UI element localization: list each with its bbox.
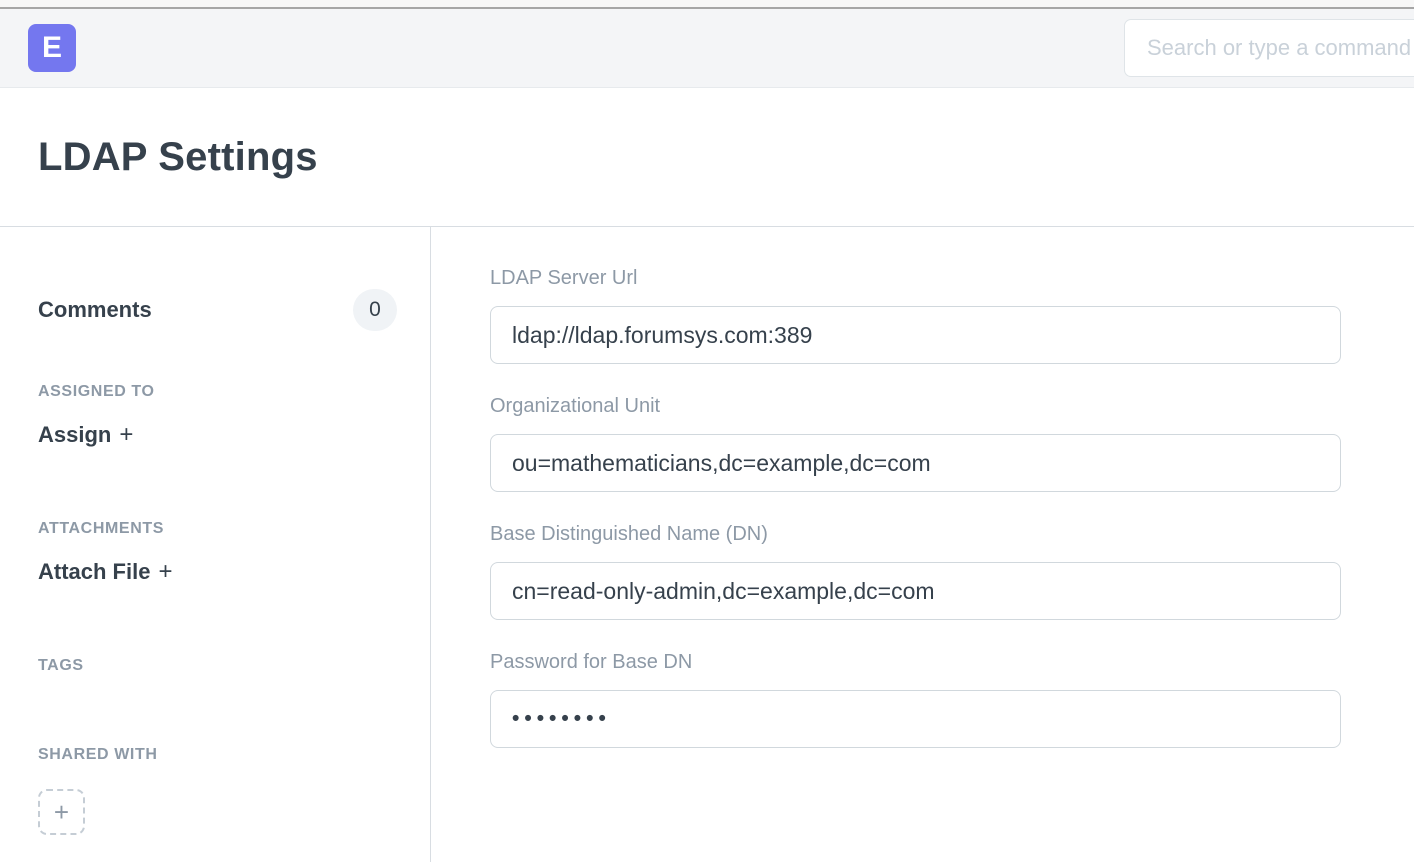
window-top-strip xyxy=(0,0,1414,9)
organizational-unit-label: Organizational Unit xyxy=(490,395,1414,418)
field-base-dn-password: Password for Base DN xyxy=(490,651,1414,748)
add-share-button[interactable]: + xyxy=(38,789,85,835)
field-base-dn: Base Distinguished Name (DN) xyxy=(490,523,1414,620)
base-dn-password-label: Password for Base DN xyxy=(490,651,1414,674)
ldap-server-url-label: LDAP Server Url xyxy=(490,267,1414,290)
field-organizational-unit: Organizational Unit xyxy=(490,395,1414,492)
base-dn-label: Base Distinguished Name (DN) xyxy=(490,523,1414,546)
attach-file-button[interactable]: Attach File + xyxy=(38,559,397,585)
plus-icon: + xyxy=(54,799,69,825)
app-logo[interactable]: E xyxy=(28,24,76,72)
sidebar-section-assigned-to: ASSIGNED TO Assign + xyxy=(38,383,397,448)
sidebar-heading-attachments: ATTACHMENTS xyxy=(38,520,397,537)
comments-link[interactable]: Comments 0 xyxy=(38,289,397,331)
navbar: E xyxy=(0,9,1414,88)
assign-button-label: Assign xyxy=(38,422,111,447)
sidebar-section-shared-with: SHARED WITH + xyxy=(38,746,397,835)
field-ldap-server-url: LDAP Server Url xyxy=(490,267,1414,364)
sidebar-section-tags: TAGS xyxy=(38,657,397,674)
app-logo-letter: E xyxy=(42,31,62,65)
ldap-server-url-input[interactable] xyxy=(490,306,1341,364)
title-bar: LDAP Settings xyxy=(0,88,1414,227)
plus-icon: + xyxy=(119,421,133,448)
form-sidebar: Comments 0 ASSIGNED TO Assign + ATTACHMEN… xyxy=(0,227,430,862)
comments-count-badge: 0 xyxy=(353,289,397,331)
organizational-unit-input[interactable] xyxy=(490,434,1341,492)
ldap-settings-form: LDAP Server Url Organizational Unit Base… xyxy=(430,227,1414,862)
base-dn-password-input[interactable] xyxy=(490,690,1341,748)
sidebar-heading-tags: TAGS xyxy=(38,657,397,674)
sidebar-heading-shared-with: SHARED WITH xyxy=(38,746,397,763)
sidebar-heading-assigned-to: ASSIGNED TO xyxy=(38,383,397,400)
plus-icon: + xyxy=(158,558,172,585)
base-dn-input[interactable] xyxy=(490,562,1341,620)
sidebar-section-attachments: ATTACHMENTS Attach File + xyxy=(38,520,397,585)
comments-label: Comments xyxy=(38,297,152,323)
content: Comments 0 ASSIGNED TO Assign + ATTACHMEN… xyxy=(0,227,1414,862)
global-search-input[interactable] xyxy=(1124,19,1414,77)
attach-file-button-label: Attach File xyxy=(38,559,150,584)
page-title: LDAP Settings xyxy=(38,135,318,180)
assign-button[interactable]: Assign + xyxy=(38,422,397,448)
